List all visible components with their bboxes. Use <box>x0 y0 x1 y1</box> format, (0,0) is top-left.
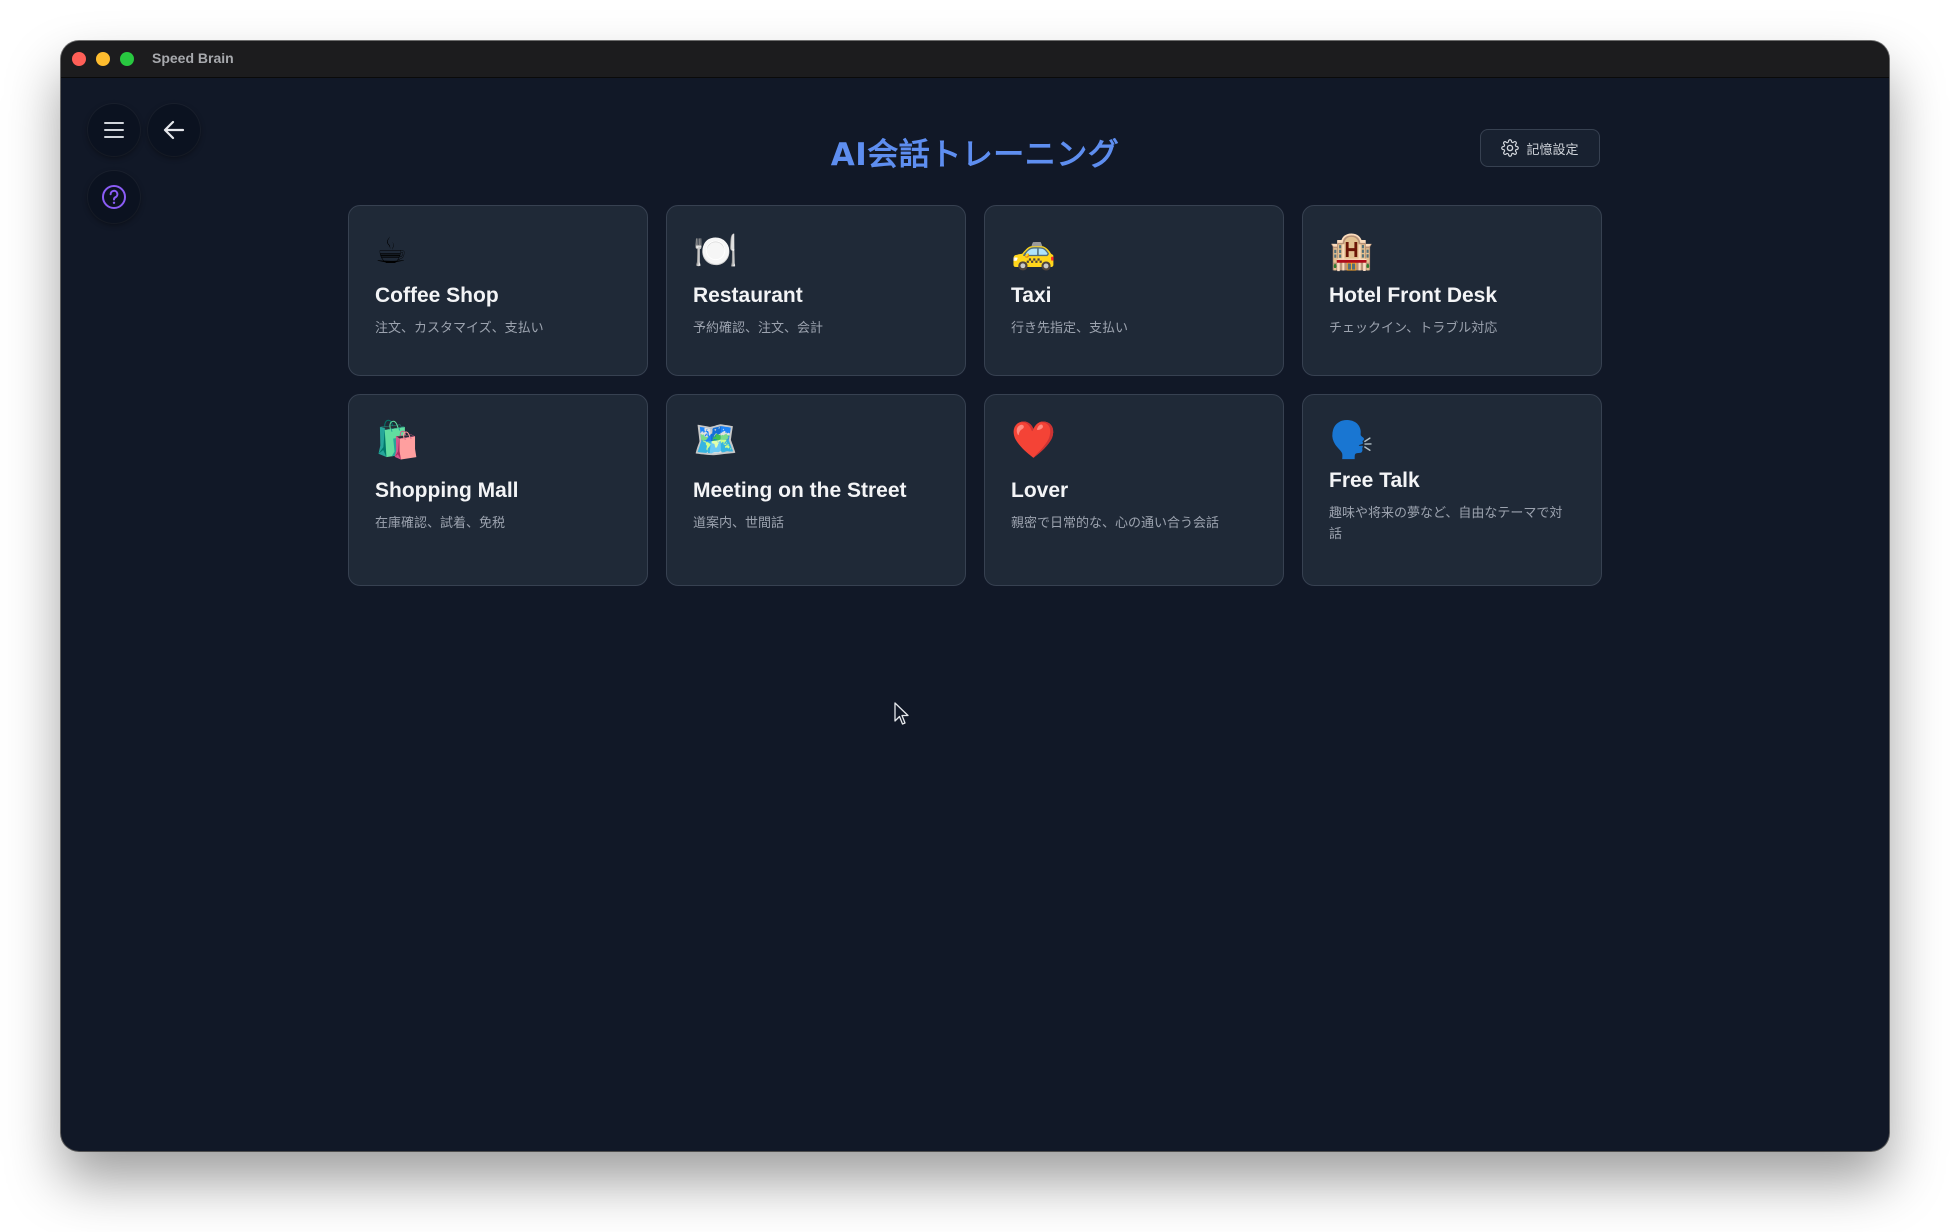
speaking-head-icon: 🗣️ <box>1329 420 1374 461</box>
app-title: Speed Brain <box>152 50 234 66</box>
scenario-title: Taxi <box>1011 284 1052 307</box>
scenario-title: Meeting on the Street <box>693 479 907 502</box>
scenario-title: Shopping Mall <box>375 479 519 502</box>
scenario-card-restaurant[interactable]: 🍽️ Restaurant 予約確認、注文、会計 <box>666 205 966 376</box>
question-circle-icon <box>102 185 126 209</box>
scenario-title: Restaurant <box>693 284 803 307</box>
scenario-title: Coffee Shop <box>375 284 499 307</box>
coffee-cup-icon: ☕ <box>375 231 408 272</box>
scenario-description: 注文、カスタマイズ、支払い <box>375 321 544 336</box>
scenario-description: 親密で日常的な、心の通い合う会話 <box>1011 516 1220 531</box>
scenario-description: 趣味や将来の夢など、自由なテーマで対話 <box>1329 506 1563 542</box>
scenario-card-hotel-front-desk[interactable]: 🏨 Hotel Front Desk チェックイン、トラブル対応 <box>1302 205 1602 376</box>
zoom-window-button[interactable] <box>120 52 134 66</box>
scenario-description: 行き先指定、支払い <box>1011 321 1129 336</box>
help-button[interactable] <box>88 171 140 223</box>
gear-icon <box>1501 139 1520 157</box>
close-window-button[interactable] <box>72 52 86 66</box>
scenario-title: Free Talk <box>1329 469 1420 492</box>
title-bar: Speed Brain <box>61 41 1889 78</box>
memory-settings-label: 記憶設定 <box>1526 142 1579 158</box>
scenario-card-meeting-on-the-street[interactable]: 🗺️ Meeting on the Street 道案内、世間話 <box>666 394 966 586</box>
scenario-title: Hotel Front Desk <box>1329 284 1498 307</box>
mouse-pointer-icon <box>894 702 909 725</box>
scenario-card-taxi[interactable]: 🚕 Taxi 行き先指定、支払い <box>984 205 1284 376</box>
scenario-description: 道案内、世間話 <box>693 516 785 531</box>
scenario-grid: ☕ Coffee Shop 注文、カスタマイズ、支払い 🍽️ Restauran… <box>348 205 1603 586</box>
scenario-card-lover[interactable]: ❤️ Lover 親密で日常的な、心の通い合う会話 <box>984 394 1284 586</box>
scenario-description: 在庫確認、試着、免税 <box>375 516 506 531</box>
scenario-card-coffee-shop[interactable]: ☕ Coffee Shop 注文、カスタマイズ、支払い <box>348 205 648 376</box>
hotel-icon: 🏨 <box>1329 231 1374 272</box>
map-icon: 🗺️ <box>693 420 738 461</box>
scenario-description: 予約確認、注文、会計 <box>693 321 824 336</box>
plate-cutlery-icon: 🍽️ <box>693 231 738 272</box>
page-title: AI会話トレーニング <box>830 137 1120 173</box>
shopping-bags-icon: 🛍️ <box>375 420 420 461</box>
scenario-card-free-talk[interactable]: 🗣️ Free Talk 趣味や将来の夢など、自由なテーマで対話 <box>1302 394 1602 586</box>
heart-icon: ❤️ <box>1011 420 1056 461</box>
scenario-title: Lover <box>1011 479 1069 502</box>
memory-settings-button[interactable]: 記憶設定 <box>1480 129 1600 167</box>
minimize-window-button[interactable] <box>96 52 110 66</box>
scenario-description: チェックイン、トラブル対応 <box>1329 321 1498 336</box>
app-window: Speed Brain AI会話トレーニング 記憶設定 ☕ Coffee Sho… <box>61 41 1889 1151</box>
taxi-icon: 🚕 <box>1011 231 1056 272</box>
scenario-card-shopping-mall[interactable]: 🛍️ Shopping Mall 在庫確認、試着、免税 <box>348 394 648 586</box>
